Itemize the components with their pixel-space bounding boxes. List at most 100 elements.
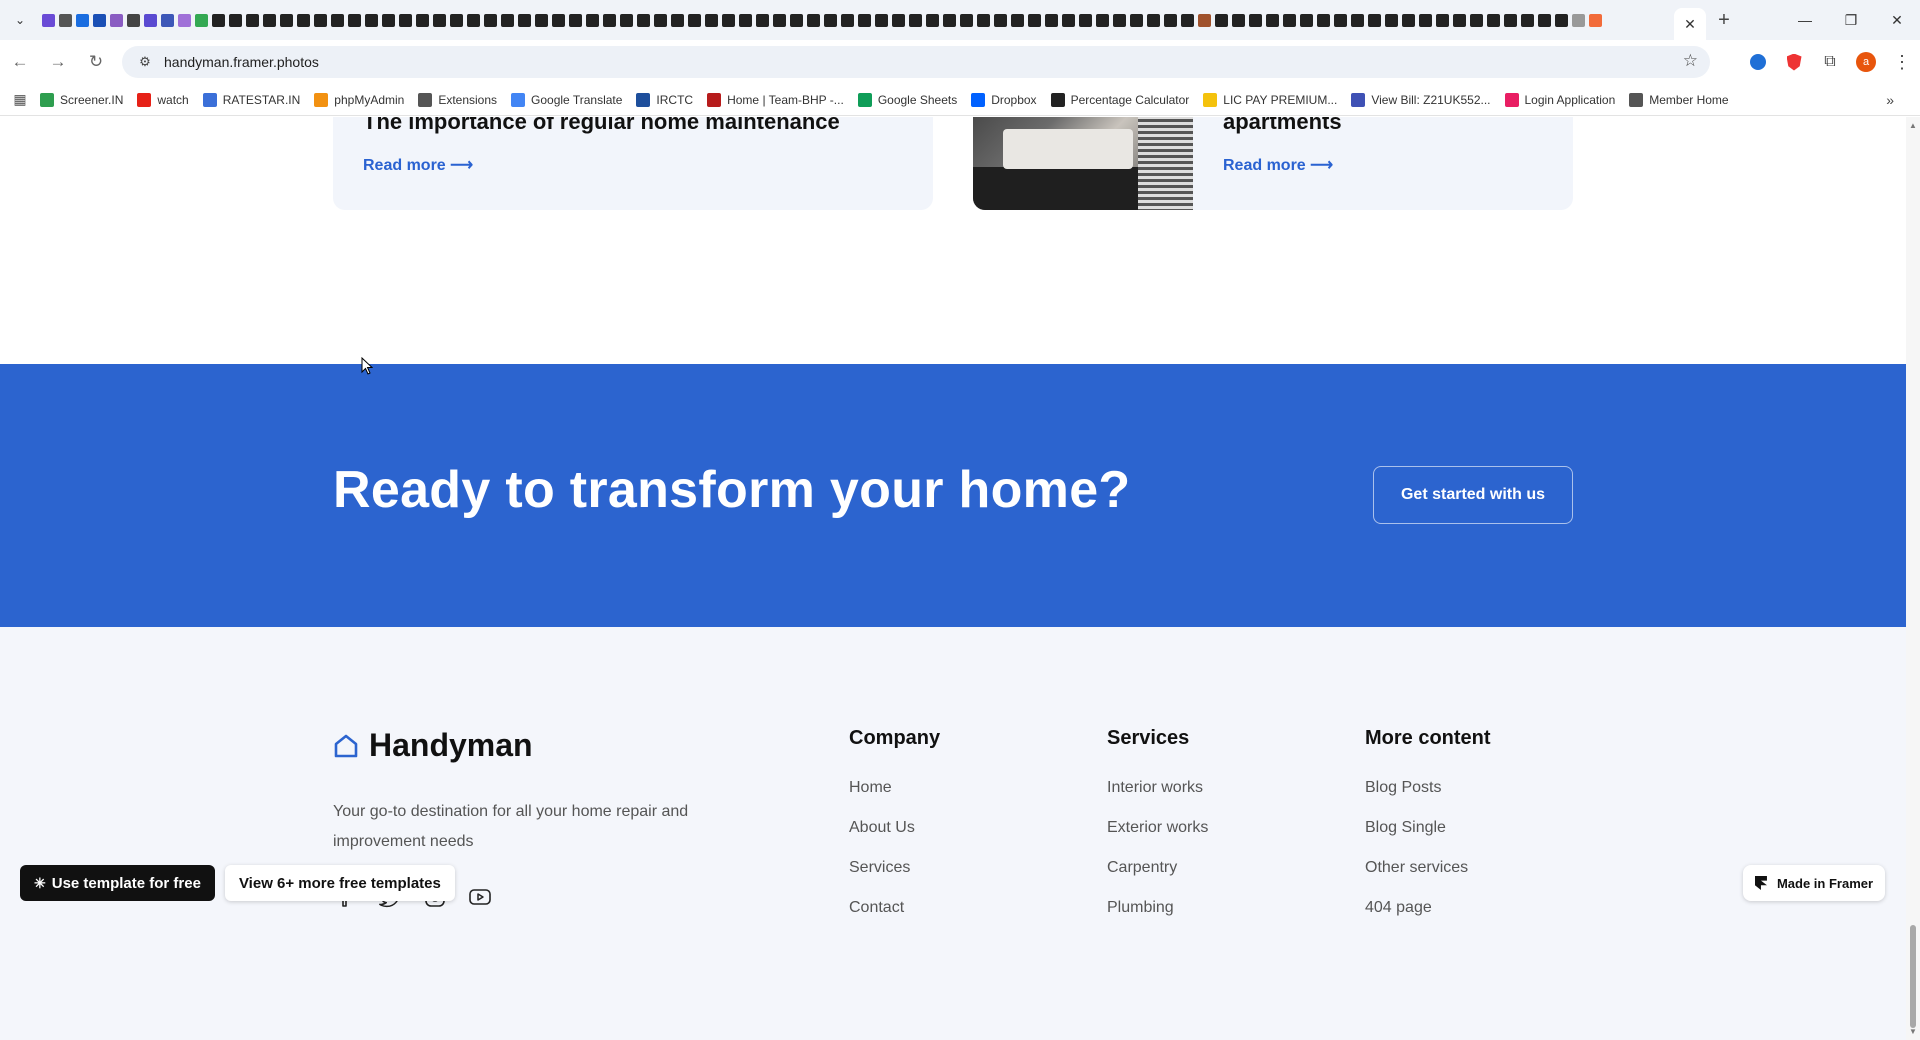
footer-link-about[interactable]: About Us: [849, 818, 940, 838]
new-tab-button[interactable]: +: [1706, 0, 1742, 40]
pinned-tab-favicon-icon[interactable]: [737, 12, 754, 29]
pinned-tab-favicon-icon[interactable]: [1162, 12, 1179, 29]
pinned-tab-favicon-icon[interactable]: [1060, 12, 1077, 29]
footer-link-blog-posts[interactable]: Blog Posts: [1365, 778, 1491, 798]
url-text[interactable]: handyman.framer.photos: [164, 54, 319, 70]
profile-avatar[interactable]: a: [1848, 44, 1884, 80]
more-templates-button[interactable]: View 6+ more free templates: [224, 865, 455, 901]
pinned-tab-favicon-icon[interactable]: [1570, 12, 1587, 29]
footer-link-404[interactable]: 404 page: [1365, 898, 1491, 918]
pinned-tab-favicon-icon[interactable]: [1315, 12, 1332, 29]
page-scrollbar[interactable]: ▲ ▼: [1906, 117, 1920, 1040]
pinned-tab-favicon-icon[interactable]: [40, 12, 57, 29]
pinned-tab-favicon-icon[interactable]: [346, 12, 363, 29]
pinned-tab-favicon-icon[interactable]: [1417, 12, 1434, 29]
blog-card-title[interactable]: The importance of regular home maintenan…: [363, 117, 840, 135]
footer-link-carpentry[interactable]: Carpentry: [1107, 858, 1208, 878]
pinned-tab-favicon-icon[interactable]: [550, 12, 567, 29]
pinned-tab-favicon-icon[interactable]: [567, 12, 584, 29]
more-bookmarks-icon[interactable]: »: [1886, 92, 1894, 108]
pinned-tab-favicon-icon[interactable]: [380, 12, 397, 29]
pinned-tab-favicon-icon[interactable]: [227, 12, 244, 29]
bookmark-item[interactable]: View Bill: Z21UK552...: [1351, 92, 1491, 107]
bookmark-item[interactable]: Percentage Calculator: [1050, 92, 1189, 107]
blog-card-title[interactable]: apartments: [1223, 117, 1342, 135]
pinned-tab-favicon-icon[interactable]: [873, 12, 890, 29]
pinned-tab-favicon-icon[interactable]: [261, 12, 278, 29]
pinned-tab-favicon-icon[interactable]: [584, 12, 601, 29]
back-icon[interactable]: ←: [2, 44, 38, 80]
blog-card[interactable]: The importance of regular home maintenan…: [333, 117, 933, 210]
bookmark-item[interactable]: IRCTC: [636, 92, 693, 107]
footer-link-plumbing[interactable]: Plumbing: [1107, 898, 1208, 918]
restore-button[interactable]: ❐: [1828, 0, 1874, 40]
pinned-tab-favicon-icon[interactable]: [1230, 12, 1247, 29]
footer-link-blog-single[interactable]: Blog Single: [1365, 818, 1491, 838]
close-tab-icon[interactable]: ✕: [1684, 16, 1696, 33]
pinned-tab-favicon-icon[interactable]: [125, 12, 142, 29]
pinned-tab-favicon-icon[interactable]: [295, 12, 312, 29]
read-more-link[interactable]: Read more ⟶: [1223, 155, 1333, 175]
pinned-tab-favicon-icon[interactable]: [1366, 12, 1383, 29]
pinned-tab-favicon-icon[interactable]: [1026, 12, 1043, 29]
pinned-tab-favicon-icon[interactable]: [516, 12, 533, 29]
bookmark-item[interactable]: Login Application: [1504, 92, 1615, 107]
footer-link-other-services[interactable]: Other services: [1365, 858, 1491, 878]
pinned-tab-favicon-icon[interactable]: [1009, 12, 1026, 29]
pinned-tab-favicon-icon[interactable]: [482, 12, 499, 29]
pinned-tab-favicon-icon[interactable]: [669, 12, 686, 29]
get-started-button[interactable]: Get started with us: [1373, 466, 1573, 524]
pinned-tab-favicon-icon[interactable]: [1111, 12, 1128, 29]
pinned-tab-favicon-icon[interactable]: [975, 12, 992, 29]
address-bar[interactable]: ⚙ handyman.framer.photos ☆: [122, 46, 1710, 78]
pinned-tab-favicon-icon[interactable]: [108, 12, 125, 29]
pinned-tab-favicon-icon[interactable]: [941, 12, 958, 29]
reload-icon[interactable]: ↻: [78, 44, 114, 80]
pinned-tab-favicon-icon[interactable]: [618, 12, 635, 29]
bookmark-item[interactable]: Home | Team-BHP -...: [707, 92, 844, 107]
pinned-tab-favicon-icon[interactable]: [91, 12, 108, 29]
extension-icon[interactable]: [1740, 44, 1776, 80]
pinned-tab-favicon-icon[interactable]: [771, 12, 788, 29]
close-window-button[interactable]: ✕: [1874, 0, 1920, 40]
menu-kebab-icon[interactable]: ⋮: [1884, 44, 1920, 80]
made-in-framer-badge[interactable]: Made in Framer: [1743, 865, 1885, 901]
pinned-tab-favicon-icon[interactable]: [686, 12, 703, 29]
bookmark-item[interactable]: Member Home: [1629, 92, 1729, 107]
pinned-tab-favicon-icon[interactable]: [499, 12, 516, 29]
bookmark-star-icon[interactable]: ☆: [1683, 51, 1698, 71]
pinned-tab-favicon-icon[interactable]: [1485, 12, 1502, 29]
pinned-tab-favicon-icon[interactable]: [57, 12, 74, 29]
pinned-tab-favicon-icon[interactable]: [958, 12, 975, 29]
active-tab[interactable]: ✕: [1674, 8, 1706, 40]
pinned-tab-favicon-icon[interactable]: [278, 12, 295, 29]
pinned-tab-favicon-icon[interactable]: [363, 12, 380, 29]
pinned-tab-favicon-icon[interactable]: [329, 12, 346, 29]
pinned-tab-favicon-icon[interactable]: [448, 12, 465, 29]
apps-grid-icon[interactable]: ▦: [0, 91, 40, 108]
pinned-tab-favicon-icon[interactable]: [1145, 12, 1162, 29]
pinned-tab-favicon-icon[interactable]: [159, 12, 176, 29]
footer-link-exterior[interactable]: Exterior works: [1107, 818, 1208, 838]
pinned-tab-favicon-icon[interactable]: [176, 12, 193, 29]
bookmark-item[interactable]: Screener.IN: [40, 92, 123, 107]
pinned-tab-favicon-icon[interactable]: [856, 12, 873, 29]
pinned-tab-favicon-icon[interactable]: [720, 12, 737, 29]
pinned-tab-favicon-icon[interactable]: [890, 12, 907, 29]
pinned-tab-favicon-icon[interactable]: [1298, 12, 1315, 29]
scroll-down-icon[interactable]: ▼: [1909, 1027, 1917, 1036]
bookmark-item[interactable]: phpMyAdmin: [314, 92, 404, 107]
pinned-tab-favicon-icon[interactable]: [924, 12, 941, 29]
minimize-button[interactable]: —: [1782, 0, 1828, 40]
bookmark-item[interactable]: watch: [137, 92, 189, 107]
pinned-tab-favicon-icon[interactable]: [74, 12, 91, 29]
bookmark-item[interactable]: Google Sheets: [857, 92, 957, 107]
pinned-tab-favicon-icon[interactable]: [1077, 12, 1094, 29]
bookmark-item[interactable]: RATESTAR.IN: [202, 92, 300, 107]
pinned-tab-favicon-icon[interactable]: [907, 12, 924, 29]
bookmark-item[interactable]: Google Translate: [511, 92, 622, 107]
pinned-tab-favicon-icon[interactable]: [1451, 12, 1468, 29]
footer-link-contact[interactable]: Contact: [849, 898, 940, 918]
scrollbar-thumb[interactable]: [1910, 925, 1916, 1028]
pinned-tab-favicon-icon[interactable]: [1349, 12, 1366, 29]
